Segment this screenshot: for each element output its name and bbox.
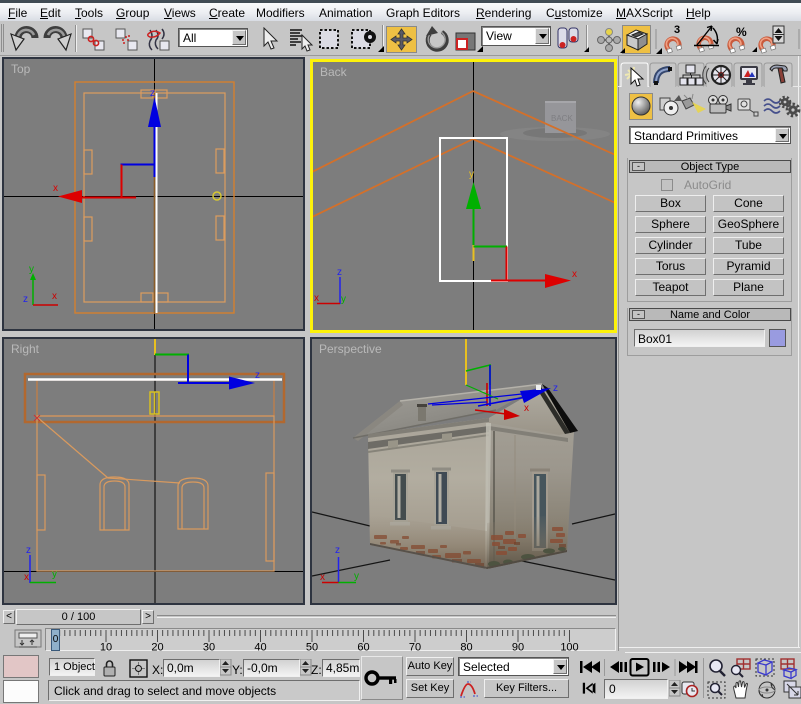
svg-text:40: 40 [254, 642, 266, 653]
svg-text:x: x [52, 291, 57, 302]
svg-text:z: z [150, 88, 155, 99]
svg-text:z: z [23, 294, 28, 305]
svg-text:x: x [314, 293, 319, 304]
svg-text:y: y [29, 264, 34, 275]
svg-text:x: x [24, 572, 29, 583]
svg-text:20: 20 [151, 642, 163, 653]
svg-text:z: z [26, 545, 31, 556]
svg-text:10: 10 [100, 642, 112, 653]
svg-text:x: x [53, 183, 58, 194]
svg-text:x: x [320, 572, 325, 583]
svg-text:y: y [354, 571, 359, 582]
svg-text:80: 80 [460, 642, 472, 653]
svg-text:70: 70 [409, 642, 421, 653]
svg-text:90: 90 [512, 642, 524, 653]
svg-text:y: y [469, 169, 474, 180]
svg-text:BACK: BACK [551, 114, 573, 123]
svg-text:z: z [335, 545, 340, 556]
svg-text:60: 60 [357, 642, 369, 653]
svg-text:z: z [255, 370, 260, 381]
svg-text:y: y [341, 294, 346, 305]
svg-text:y: y [52, 569, 57, 580]
svg-text:100: 100 [560, 642, 578, 653]
svg-text:50: 50 [306, 642, 318, 653]
svg-text:x: x [572, 269, 577, 280]
svg-text:z: z [553, 383, 558, 394]
svg-text:z: z [337, 267, 342, 278]
svg-text:30: 30 [203, 642, 215, 653]
svg-text:x: x [524, 403, 529, 414]
